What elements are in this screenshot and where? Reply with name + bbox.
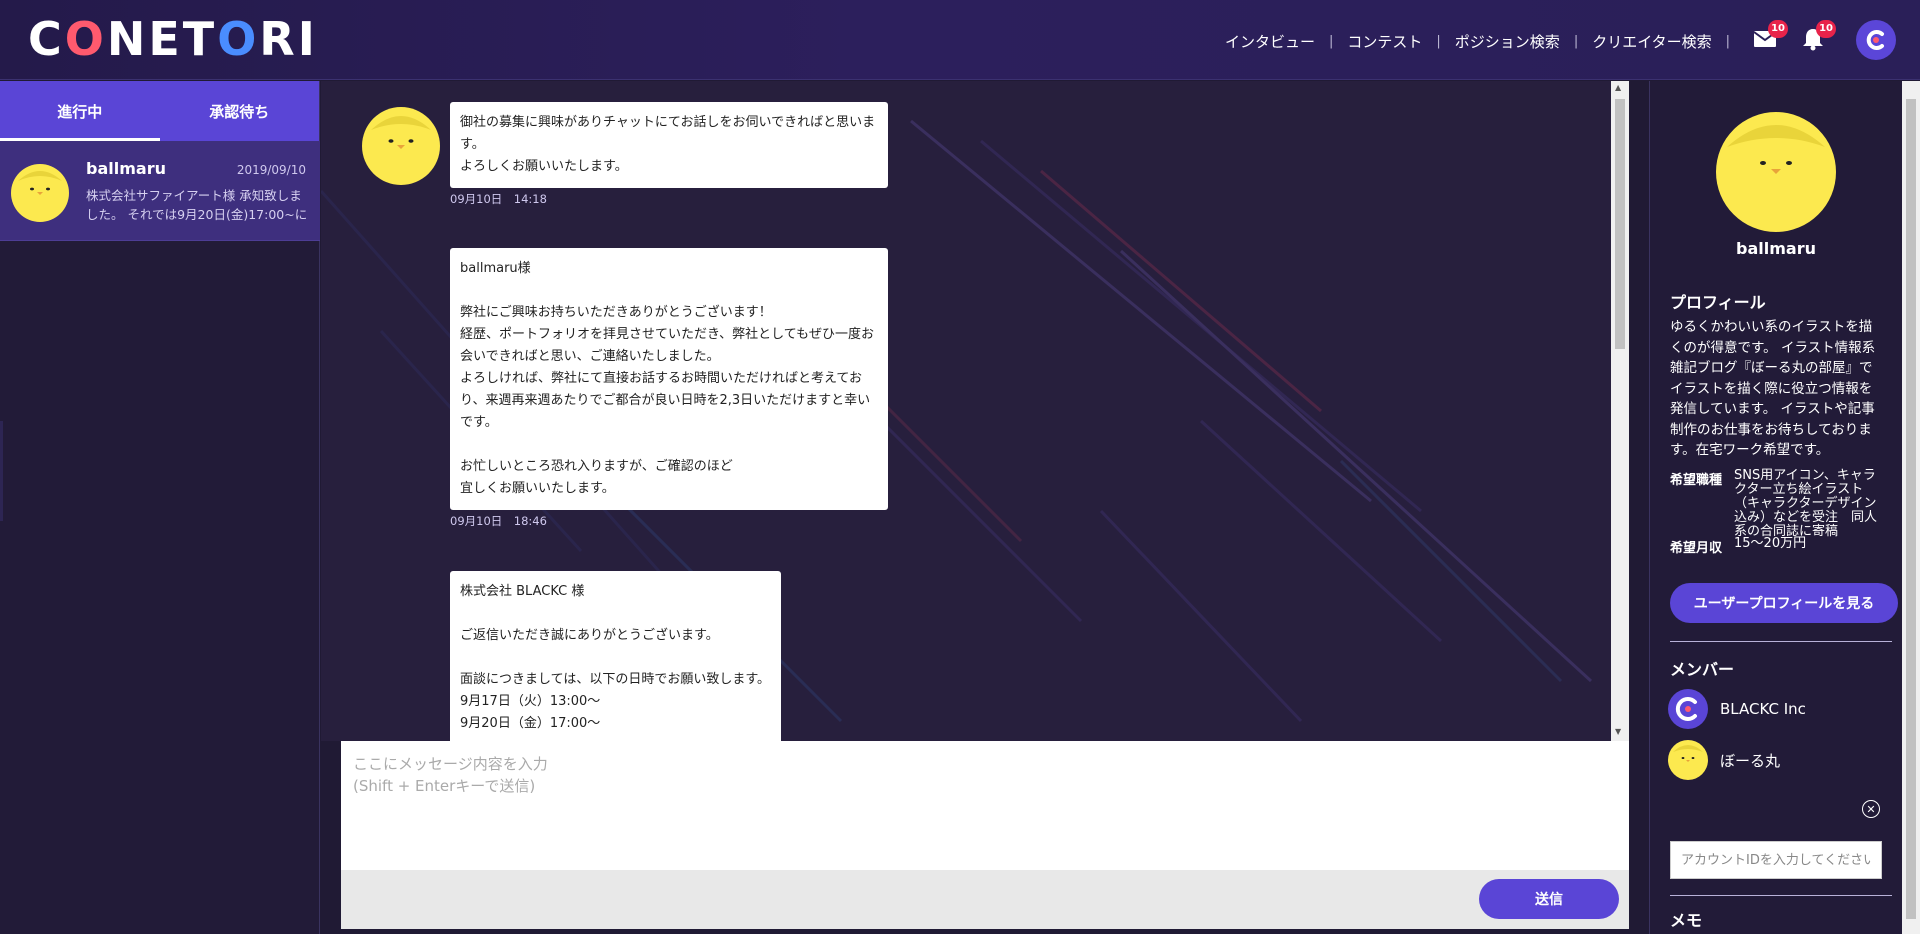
chick-avatar-icon xyxy=(1716,112,1836,232)
conversation-date: 2019/09/10 xyxy=(236,163,306,177)
profile-heading: プロフィール xyxy=(1670,293,1766,312)
divider xyxy=(1670,641,1892,642)
memo-heading: メモ xyxy=(1670,911,1703,930)
members-heading: メンバー xyxy=(1670,660,1735,679)
composer-footer: 送信 xyxy=(341,870,1629,929)
conversation-preview: 株式会社サファイアート様 承知致しました。 それでは9月20日(金)17:00~… xyxy=(86,188,308,222)
desired-job-value: SNS用アイコン、キャラクター立ち絵イラスト（キャラクターデザイン込み）などを受… xyxy=(1734,468,1878,539)
nav-contest[interactable]: コンテスト xyxy=(1333,31,1436,52)
page-scroll-thumb[interactable] xyxy=(1906,99,1916,919)
profile-name: ballmaru xyxy=(1736,239,1816,258)
company-logo-icon xyxy=(1866,30,1884,50)
message-text: 御社の募集に興味がありチャットにてお話しをお伺いできればと思います。 よろしくお… xyxy=(460,115,876,174)
chat-scroll-thumb[interactable] xyxy=(1615,99,1625,349)
conversation-name: ballmaru xyxy=(86,159,166,178)
mail-icon[interactable]: 10 xyxy=(1752,20,1788,52)
conetori-logo[interactable]: CONETORI xyxy=(28,14,318,64)
conversation-tabs: 進行中 承認待ち xyxy=(0,81,319,141)
close-icon[interactable]: ✕ xyxy=(1862,800,1880,818)
desired-salary-label: 希望月収 xyxy=(1670,541,1723,556)
send-button[interactable]: 送信 xyxy=(1479,879,1619,919)
main-nav: インタビュー | コンテスト | ポジション検索 | クリエイター検索 | xyxy=(1211,30,1730,52)
left-edge-marker xyxy=(0,421,3,521)
message-timestamp: 09月10日 18:46 xyxy=(450,514,547,528)
page-scrollbar[interactable] xyxy=(1902,81,1920,934)
bell-icon[interactable]: 10 xyxy=(1800,20,1836,52)
member-item[interactable]: BLACKC Inc xyxy=(1668,689,1806,729)
message-text: ballmaru様 弊社にご興味お持ちいただきありがとうございます！ 経歴、ポー… xyxy=(460,261,875,496)
top-header: CONETORI インタビュー | コンテスト | ポジション検索 | クリエイ… xyxy=(0,0,1920,80)
view-profile-button[interactable]: ユーザープロフィールを見る xyxy=(1670,583,1898,623)
tab-awaiting-approval[interactable]: 承認待ち xyxy=(160,81,320,141)
chat-scrollbar[interactable]: ▲ ▼ xyxy=(1611,81,1629,741)
nav-separator: | xyxy=(1725,33,1730,49)
conversation-sidebar: 進行中 承認待ち ballmaru 2019/09/10 株式会社サファイアート… xyxy=(0,81,320,934)
message-timestamp: 09月10日 14:18 xyxy=(450,192,547,206)
desired-salary-value: 15〜20万円 xyxy=(1734,536,1807,551)
nav-interview[interactable]: インタビュー xyxy=(1211,31,1329,52)
member-name: ぼーる丸 xyxy=(1720,751,1781,770)
message-bubble: 御社の募集に興味がありチャットにてお話しをお伺いできればと思います。 よろしくお… xyxy=(450,102,888,188)
desired-job-label: 希望職種 xyxy=(1670,473,1723,488)
chick-avatar-icon xyxy=(11,164,69,222)
divider xyxy=(1670,895,1892,896)
account-id-input[interactable] xyxy=(1670,841,1882,879)
member-name: BLACKC Inc xyxy=(1720,700,1806,718)
company-logo-icon xyxy=(1668,689,1708,729)
message-bubble: ballmaru様 弊社にご興味お持ちいただきありがとうございます！ 経歴、ポー… xyxy=(450,248,888,510)
nav-position-search[interactable]: ポジション検索 xyxy=(1441,31,1574,52)
scroll-up-icon[interactable]: ▲ xyxy=(1615,83,1621,92)
scroll-down-icon[interactable]: ▼ xyxy=(1615,727,1621,736)
account-avatar[interactable] xyxy=(1856,20,1896,60)
chat-message-area[interactable]: 御社の募集に興味がありチャットにてお話しをお伺いできればと思います。 よろしくお… xyxy=(321,81,1613,741)
message-composer: 送信 xyxy=(341,741,1629,929)
message-bubble: 株式会社 BLACKC 様 ご返信いただき誠にありがとうございます。 面談につき… xyxy=(450,571,781,741)
mail-badge: 10 xyxy=(1768,20,1788,38)
member-item[interactable]: ぼーる丸 xyxy=(1668,740,1780,780)
message-text: 株式会社 BLACKC 様 ご返信いただき誠にありがとうございます。 面談につき… xyxy=(460,584,771,731)
conversation-item[interactable]: ballmaru 2019/09/10 株式会社サファイアート様 承知致しました… xyxy=(0,141,320,241)
profile-panel: ballmaru プロフィール ゆるくかわいい系のイラストを描くのが得意です。 … xyxy=(1650,81,1902,934)
nav-creator-search[interactable]: クリエイター検索 xyxy=(1578,31,1725,52)
chick-avatar-icon xyxy=(1668,740,1708,780)
chick-avatar-icon xyxy=(362,107,440,185)
tab-in-progress[interactable]: 進行中 xyxy=(0,81,160,141)
profile-bio: ゆるくかわいい系のイラストを描くのが得意です。 イラスト情報系雑記ブログ『ぼーる… xyxy=(1670,319,1876,458)
message-input[interactable] xyxy=(341,741,1629,870)
bell-badge: 10 xyxy=(1816,20,1836,38)
